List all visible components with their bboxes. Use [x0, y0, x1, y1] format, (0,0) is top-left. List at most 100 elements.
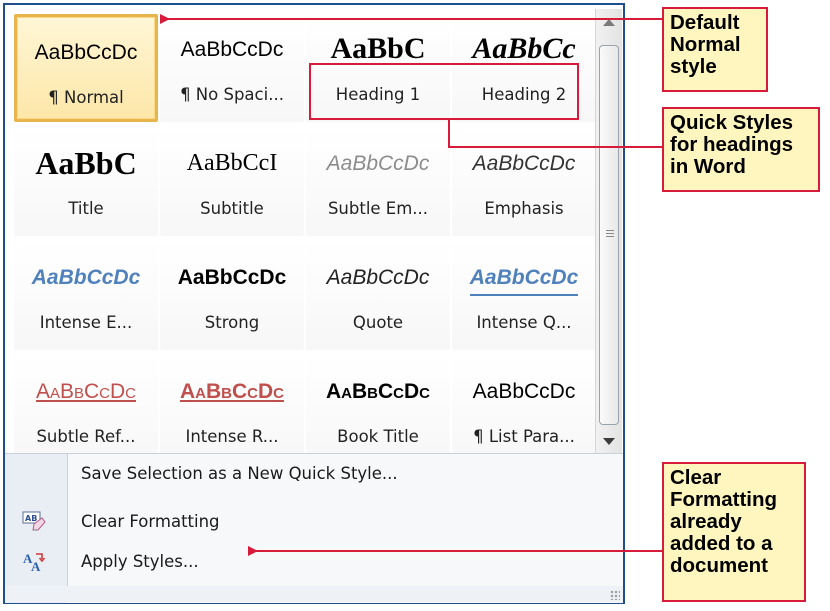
clear-formatting-icon: AB	[22, 510, 46, 534]
style-preview: AaBbCcDc	[456, 258, 592, 296]
apply-styles-item[interactable]: A A Apply Styles...	[5, 544, 623, 582]
callout-line: style	[670, 55, 717, 78]
style-preview-text: AaBbCcDc	[469, 262, 579, 296]
chevron-up-icon	[603, 19, 615, 26]
style-tile[interactable]: AaBbCcDc Intense R...	[160, 356, 304, 464]
style-preview: AaBbCcDc	[164, 30, 300, 68]
style-preview-text: AaBbCcDc	[35, 380, 137, 403]
callout-line: for headings	[670, 133, 794, 156]
style-preview: AaBbCcDc	[21, 33, 151, 71]
style-preview: AaBbCc	[456, 30, 592, 68]
style-name: ¶ List Para...	[473, 427, 575, 446]
style-name: Intense Q...	[476, 313, 572, 332]
style-name: Subtle Ref...	[36, 427, 136, 446]
callout-line: added to a	[670, 532, 773, 555]
style-preview-text: AaBbCcDc	[326, 380, 430, 403]
style-name: ¶ Normal	[48, 88, 124, 107]
style-preview: AaBbCcDc	[310, 372, 446, 410]
scroll-up-button[interactable]	[596, 9, 622, 37]
style-tile[interactable]: AaBbCcDc ¶ Normal	[14, 14, 158, 122]
style-name: Book Title	[337, 427, 419, 446]
style-name: Heading 2	[481, 85, 567, 104]
style-preview-text: AaBbCcDc	[472, 380, 576, 403]
callout-line: document	[670, 554, 768, 577]
style-tile[interactable]: AaBbCcDc Subtle Ref...	[14, 356, 158, 464]
style-preview-text: AaBbCcDc	[180, 380, 284, 403]
callout-line: Normal	[670, 33, 741, 56]
quick-styles-gallery-panel: AaBbCcDc ¶ Normal AaBbCcDc ¶ No Spaci... AaB…	[3, 3, 625, 604]
clear-formatting-item[interactable]: AB Clear Formatting	[5, 504, 623, 542]
style-name: Heading 1	[335, 85, 421, 104]
scroll-thumb[interactable]	[599, 45, 619, 425]
style-name: Subtitle	[200, 199, 264, 218]
gallery-scrollbar[interactable]	[595, 9, 622, 455]
svg-text:A: A	[31, 559, 41, 574]
styles-gallery: AaBbCcDc ¶ Normal AaBbCcDc ¶ No Spaci... AaB…	[9, 9, 596, 464]
style-preview-text: AaBbCcDc	[326, 152, 430, 175]
style-preview: AaBbC	[18, 144, 154, 182]
style-name: Intense E...	[39, 313, 133, 332]
style-tile[interactable]: AaBbCcDc Quote	[306, 242, 450, 350]
callout-line: already	[670, 510, 742, 533]
apply-styles-label: Apply Styles...	[81, 552, 199, 571]
style-tile[interactable]: AaBbCcDc ¶ List Para...	[452, 356, 596, 464]
callout-line: Clear	[670, 466, 722, 489]
callout-line: Default	[670, 11, 740, 34]
style-preview-text: AaBbC	[330, 32, 426, 65]
style-preview-text: AaBbC	[35, 145, 137, 181]
style-preview-text: AaBbCcDc	[472, 152, 576, 175]
style-name: Intense R...	[185, 427, 279, 446]
style-tile[interactable]: AaBbC Heading 1	[306, 14, 450, 122]
resize-grip-icon[interactable]	[610, 590, 620, 600]
callout-line: in Word	[670, 155, 746, 178]
style-preview: AaBbCcDc	[310, 144, 446, 182]
callout-quick-styles-headings: Quick Styles for headings in Word	[662, 107, 820, 192]
callout-line: Quick Styles	[670, 111, 794, 134]
style-tile[interactable]: AaBbCcDc Subtle Em...	[306, 128, 450, 236]
style-name: ¶ No Spaci...	[180, 85, 284, 104]
style-name: Quote	[352, 313, 404, 332]
style-preview: AaBbCcDc	[456, 144, 592, 182]
style-preview: AaBbCcDc	[164, 372, 300, 410]
style-tile[interactable]: AaBbCcI Subtitle	[160, 128, 304, 236]
style-preview-text: AaBbCcDc	[34, 41, 138, 64]
style-preview-text: AaBbCcDc	[31, 266, 141, 289]
styles-menu: Save Selection as a New Quick Style... A…	[5, 453, 623, 603]
style-name: Title	[68, 199, 104, 218]
style-preview: AaBbCcDc	[164, 258, 300, 296]
style-tile[interactable]: AaBbCcDc Book Title	[306, 356, 450, 464]
callout-clear-formatting: Clear Formatting already added to a docu…	[662, 462, 806, 602]
style-tile[interactable]: AaBbC Title	[14, 128, 158, 236]
style-preview-text: AaBbCcDc	[326, 266, 430, 289]
style-name: Emphasis	[484, 199, 564, 218]
style-tile[interactable]: AaBbCc Heading 2	[452, 14, 596, 122]
style-tile[interactable]: AaBbCcDc Strong	[160, 242, 304, 350]
clear-formatting-label: Clear Formatting	[81, 512, 220, 531]
style-name: Strong	[204, 313, 260, 332]
more-styles-button[interactable]	[596, 427, 622, 455]
svg-text:AB: AB	[25, 514, 37, 523]
style-preview-text: AaBbCcDc	[180, 38, 284, 61]
style-preview-text: AaBbCcDc	[177, 266, 287, 289]
callout-default-normal-style: Default Normal style	[662, 7, 768, 92]
callout-line: Formatting	[670, 488, 778, 511]
save-selection-label: Save Selection as a New Quick Style...	[81, 464, 398, 483]
chevron-down-icon	[603, 438, 615, 445]
style-tile[interactable]: AaBbCcDc Emphasis	[452, 128, 596, 236]
style-preview: AaBbCcDc	[456, 372, 592, 410]
style-name: Subtle Em...	[327, 199, 429, 218]
save-selection-as-quick-style-item[interactable]: Save Selection as a New Quick Style...	[5, 456, 623, 494]
style-tile[interactable]: AaBbCcDc Intense E...	[14, 242, 158, 350]
style-preview: AaBbCcI	[164, 144, 300, 182]
menu-resize-bar	[5, 586, 623, 602]
style-preview: AaBbCcDc	[18, 258, 154, 296]
style-preview: AaBbCcDc	[18, 372, 154, 410]
style-preview: AaBbCcDc	[310, 258, 446, 296]
style-preview-text: AaBbCc	[472, 32, 576, 65]
style-preview: AaBbC	[310, 30, 446, 68]
style-preview-text: AaBbCcI	[186, 150, 278, 176]
style-tile[interactable]: AaBbCcDc Intense Q...	[452, 242, 596, 350]
apply-styles-icon: A A	[22, 550, 46, 574]
style-tile[interactable]: AaBbCcDc ¶ No Spaci...	[160, 14, 304, 122]
grip-icon	[606, 230, 614, 239]
